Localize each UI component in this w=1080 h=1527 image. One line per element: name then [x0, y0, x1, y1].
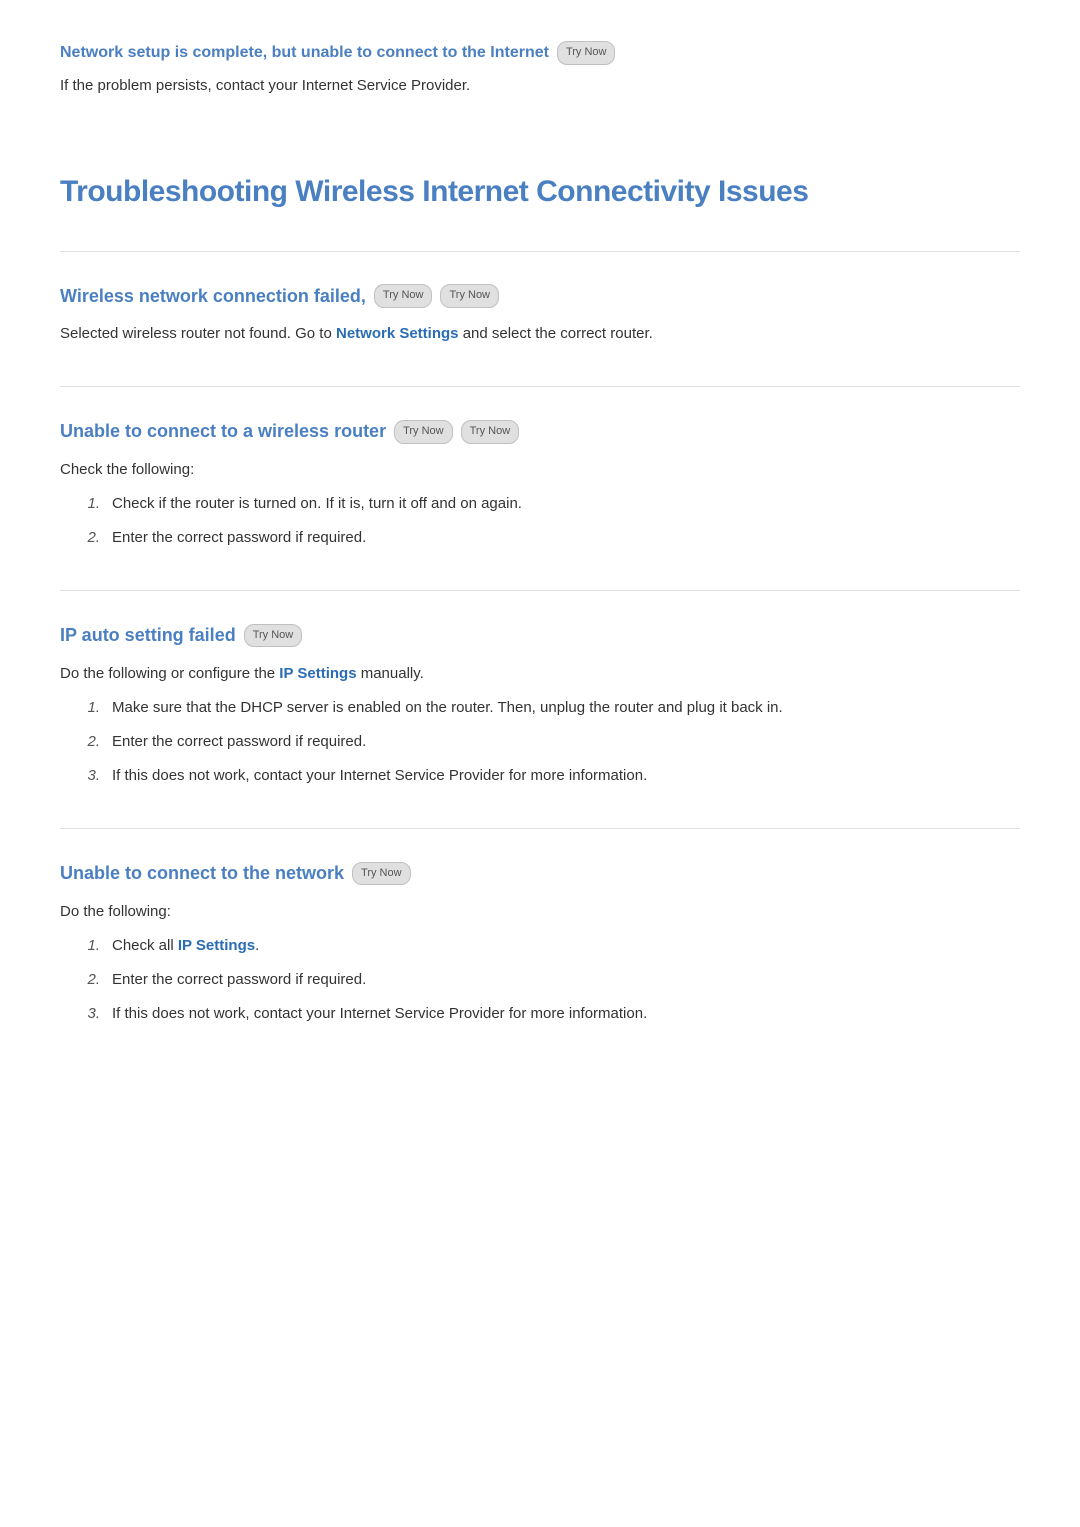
unable-network-body: Do the following:	[60, 900, 1020, 924]
unable-network-try-now-1[interactable]: Try Now	[352, 862, 411, 886]
ip-auto-list: 1. Make sure that the DHCP server is ena…	[80, 696, 1020, 788]
unable-network-heading: Unable to connect to the network	[60, 859, 344, 888]
ip-auto-heading: IP auto setting failed	[60, 621, 236, 650]
list-item: 3. If this does not work, contact your I…	[80, 764, 1020, 788]
ip-auto-body-text-1: Do the following or configure the	[60, 665, 279, 682]
list-item: 3. If this does not work, contact your I…	[80, 1002, 1020, 1026]
unable-router-check-text: Check the following:	[60, 458, 1020, 482]
ip-auto-body: Do the following or configure the IP Set…	[60, 662, 1020, 686]
section-wireless-network-failed: Wireless network connection failed, Try …	[60, 251, 1020, 347]
wireless-network-body-text-1: Selected wireless router not found. Go t…	[60, 325, 336, 342]
list-item: 2. Enter the correct password if require…	[80, 968, 1020, 992]
wireless-network-title-row: Wireless network connection failed, Try …	[60, 282, 1020, 311]
section-unable-to-connect-network: Unable to connect to the network Try Now…	[60, 828, 1020, 1026]
unable-router-title-row: Unable to connect to a wireless router T…	[60, 417, 1020, 446]
list-item: 1. Check if the router is turned on. If …	[80, 492, 1020, 516]
ip-auto-try-now-1[interactable]: Try Now	[244, 624, 303, 648]
list-item: 1. Check all IP Settings.	[80, 934, 1020, 958]
list-item: 2. Enter the correct password if require…	[80, 526, 1020, 550]
list-item: 2. Enter the correct password if require…	[80, 730, 1020, 754]
section-unable-to-connect-router: Unable to connect to a wireless router T…	[60, 386, 1020, 550]
page-title: Troubleshooting Wireless Internet Connec…	[60, 168, 1020, 216]
network-setup-title-text: Network setup is complete, but unable to…	[60, 40, 549, 66]
ip-settings-link-2[interactable]: IP Settings	[178, 937, 255, 954]
unable-router-list: 1. Check if the router is turned on. If …	[80, 492, 1020, 550]
list-item: 1. Make sure that the DHCP server is ena…	[80, 696, 1020, 720]
wireless-network-try-now-2[interactable]: Try Now	[440, 284, 499, 308]
unable-router-try-now-2[interactable]: Try Now	[461, 420, 520, 444]
wireless-network-body-text-2: and select the correct router.	[463, 325, 653, 342]
unable-network-title-row: Unable to connect to the network Try Now	[60, 859, 1020, 888]
section-ip-auto-setting: IP auto setting failed Try Now Do the fo…	[60, 590, 1020, 788]
network-setup-description: If the problem persists, contact your In…	[60, 74, 1020, 98]
network-setup-try-now-badge[interactable]: Try Now	[557, 41, 616, 65]
ip-auto-body-text-2: manually.	[361, 665, 424, 682]
wireless-network-body: Selected wireless router not found. Go t…	[60, 322, 1020, 346]
ip-auto-title-row: IP auto setting failed Try Now	[60, 621, 1020, 650]
unable-network-list: 1. Check all IP Settings. 2. Enter the c…	[80, 934, 1020, 1026]
unable-router-try-now-1[interactable]: Try Now	[394, 420, 453, 444]
top-section: Network setup is complete, but unable to…	[60, 40, 1020, 128]
network-settings-link[interactable]: Network Settings	[336, 325, 459, 342]
ip-settings-link-1[interactable]: IP Settings	[279, 665, 356, 682]
wireless-network-try-now-1[interactable]: Try Now	[374, 284, 433, 308]
network-setup-title-row: Network setup is complete, but unable to…	[60, 40, 1020, 66]
unable-router-heading: Unable to connect to a wireless router	[60, 417, 386, 446]
wireless-network-heading: Wireless network connection failed,	[60, 282, 366, 311]
